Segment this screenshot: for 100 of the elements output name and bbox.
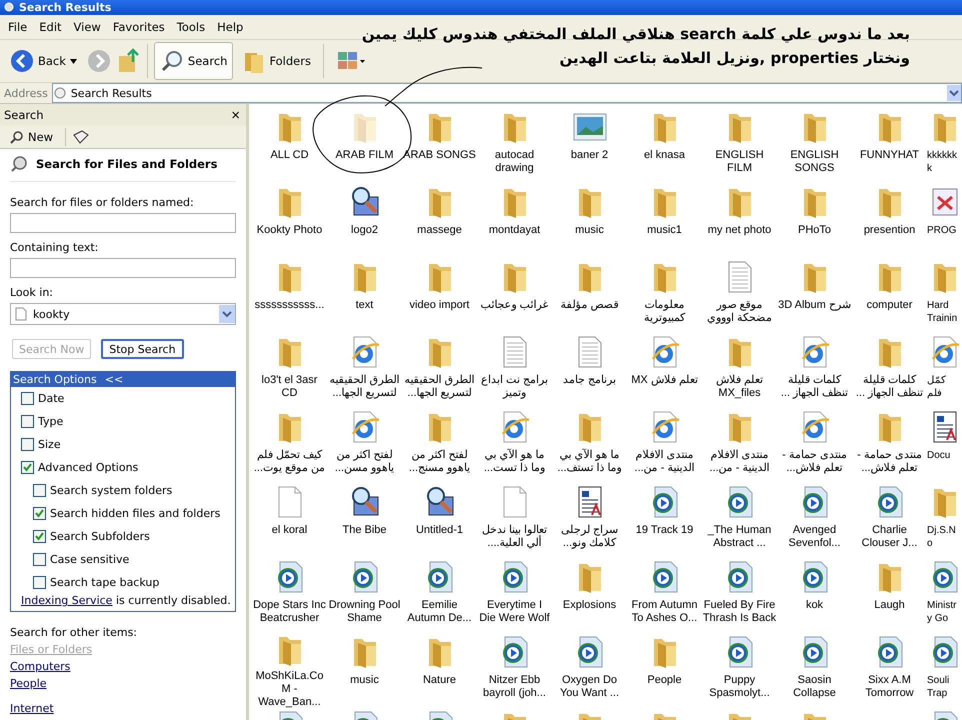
file-name[interactable]: video import xyxy=(402,299,476,312)
file-name[interactable]: massege xyxy=(402,224,476,237)
file-name[interactable]: autocad drawing xyxy=(478,149,552,175)
file-name[interactable]: معلومات كمبيوترية xyxy=(628,299,702,325)
search-control-button[interactable]: Stop Search xyxy=(101,339,184,359)
file-name[interactable]: موقع صور مضحكة اوووي xyxy=(702,299,776,325)
file-name[interactable]: el knasa xyxy=(628,149,702,162)
file-name[interactable]: baner 2 xyxy=(552,149,626,162)
file-name[interactable]: PROG xyxy=(927,224,961,237)
checkbox[interactable] xyxy=(33,576,46,589)
file-name[interactable]: الطرق الحقيقيه لتسريع الجها... xyxy=(328,374,402,400)
checkbox[interactable] xyxy=(33,530,46,543)
file-name[interactable]: montdayat xyxy=(478,224,552,237)
file-name[interactable]: The Bibe xyxy=(328,524,402,537)
name-input-field[interactable] xyxy=(10,213,236,233)
file-name[interactable]: music1 xyxy=(628,224,702,237)
file-name[interactable]: computer xyxy=(852,299,926,312)
file-name[interactable]: ENGLISH FILM xyxy=(702,149,776,175)
file-name[interactable]: كلمات قليلة تنظف الجهاز ... xyxy=(778,374,852,400)
file-name[interactable]: Drowning Pool Shame xyxy=(328,599,402,625)
file-name[interactable]: لفتح اكثر من ياهوو مسنج... xyxy=(402,449,476,475)
file-name[interactable]: Untitled-1 xyxy=(402,524,476,537)
new-button[interactable]: New xyxy=(4,127,60,147)
file-name[interactable]: Charlie Clouser J... xyxy=(852,524,926,550)
file-name[interactable]: كلمات قليلة تنظف الجهاز ... xyxy=(852,374,926,400)
file-name[interactable]: el koral xyxy=(252,524,326,537)
checkbox[interactable] xyxy=(21,438,34,451)
file-name[interactable]: kok xyxy=(778,599,852,612)
file-name[interactable]: kkkkkkk xyxy=(927,149,961,175)
file-name[interactable]: Saosin Collapse xyxy=(778,674,852,700)
file-name[interactable]: text xyxy=(328,299,402,312)
file-name[interactable]: PHoTo xyxy=(778,224,852,237)
file-name[interactable]: منتدى الافلام الدينية - من... xyxy=(628,449,702,475)
menu-item[interactable]: Favorites xyxy=(106,20,171,34)
file-name[interactable]: 3D Album شرح xyxy=(778,299,852,312)
menu-item[interactable]: Help xyxy=(211,20,250,34)
file-name[interactable]: FUNNYHAT xyxy=(852,149,926,162)
file-name[interactable]: MoShKiLa.CoM - Wave_Ban... xyxy=(252,670,326,709)
collapse-toggle[interactable]: << xyxy=(104,373,124,386)
file-name[interactable]: presention xyxy=(852,224,926,237)
file-name[interactable]: غرائب وعجائب xyxy=(478,299,552,312)
file-name[interactable]: برامج نت ابداع وتميز xyxy=(478,374,552,400)
look-in-dropdown[interactable]: kookty xyxy=(10,303,236,325)
search-link[interactable]: Computers xyxy=(10,660,70,673)
file-name[interactable]: Ministry Go xyxy=(927,599,961,625)
file-name[interactable]: music xyxy=(328,674,402,687)
file-name[interactable]: sssssssssss... xyxy=(252,299,326,312)
file-name[interactable]: سراج لرجلى كلامك ونو... xyxy=(552,524,626,550)
file-name[interactable]: Souli Trap xyxy=(927,674,961,700)
menu-item[interactable]: File xyxy=(2,20,34,34)
back-button[interactable]: Back xyxy=(4,42,83,80)
close-button[interactable]: × xyxy=(231,106,240,124)
file-name[interactable]: Puppy Spasmolyt... xyxy=(702,674,776,700)
file-name[interactable]: تعلم فلاش MX_files xyxy=(702,374,776,400)
file-name[interactable]: Fueled By Fire Thrash Is Back xyxy=(702,599,776,625)
checkbox[interactable] xyxy=(33,553,46,566)
search-link[interactable]: People xyxy=(10,677,47,690)
file-name[interactable]: Oxygen Do You Want ... xyxy=(552,674,626,700)
file-name[interactable]: Sixx A.M Tomorrow xyxy=(852,674,926,700)
file-name[interactable]: Eemilie Autumn De... xyxy=(402,599,476,625)
file-name[interactable]: lo3't el 3asr CD xyxy=(252,374,326,400)
file-name[interactable]: music xyxy=(552,224,626,237)
file-name[interactable]: تعالوا بينا ندخل ألي العلية.... xyxy=(478,524,552,550)
address-field[interactable]: Search Results xyxy=(52,83,962,103)
file-name[interactable]: From Autumn To Ashes O... xyxy=(628,599,702,625)
file-name[interactable]: Dope Stars Inc Beatcrusher xyxy=(252,599,326,625)
file-name[interactable]: Dj.S.No xyxy=(927,524,961,550)
file-name[interactable]: الطرق الحقيقيه لتسريع الجها... xyxy=(402,374,476,400)
file-name[interactable]: MX تعلم فلاش xyxy=(628,374,702,387)
file-name[interactable]: Everytime I Die Were Wolf xyxy=(478,599,552,625)
checkbox[interactable] xyxy=(21,461,34,474)
folders-button[interactable]: Folders xyxy=(237,42,317,80)
file-name[interactable]: لفتح اكثر من ياهوو مسن... xyxy=(328,449,402,475)
file-name[interactable]: منتدى حمامة - تعلم فلاش... xyxy=(852,449,926,475)
file-name[interactable]: منتدى حمامة - تعلم فلاش... xyxy=(778,449,852,475)
file-name[interactable]: logo2 xyxy=(328,224,402,237)
file-name[interactable]: Kookty Photo xyxy=(252,224,326,237)
file-name[interactable]: ENGLISH SONGS xyxy=(778,149,852,175)
file-name[interactable]: ARAB FILM xyxy=(328,149,402,162)
file-name[interactable]: Hard Trainin xyxy=(927,299,961,325)
checkbox[interactable] xyxy=(33,484,46,497)
checkbox[interactable] xyxy=(21,415,34,428)
file-name[interactable]: Nitzer Ebb bayroll (joh... xyxy=(478,674,552,700)
file-name[interactable]: برنامج جامد xyxy=(552,374,626,387)
file-name[interactable]: People xyxy=(628,674,702,687)
menu-item[interactable]: View xyxy=(68,20,107,34)
file-name[interactable]: قصص مؤلفة xyxy=(552,299,626,312)
file-name[interactable]: كمّل فلم xyxy=(927,374,961,400)
file-name[interactable]: my net photo xyxy=(702,224,776,237)
file-name[interactable]: 19 Track 19 xyxy=(628,524,702,537)
text-input-field[interactable] xyxy=(10,258,236,278)
file-name[interactable]: ALL CD xyxy=(252,149,326,162)
file-name[interactable]: ما هو الآي بي وما ذا تست... xyxy=(478,449,552,475)
file-name[interactable]: _The Human Abstract ... xyxy=(702,524,776,550)
file-name[interactable]: ما هو الآي بي وما ذا تستف... xyxy=(552,449,626,475)
file-name[interactable]: كيف تحمّل فلم من موقع يوت... xyxy=(252,449,326,475)
file-name[interactable]: منتدى الافلام الدينية - من... xyxy=(702,449,776,475)
menu-item[interactable]: Edit xyxy=(33,20,68,34)
search-link[interactable]: Internet xyxy=(10,702,54,715)
file-name[interactable]: Docu xyxy=(927,449,961,462)
